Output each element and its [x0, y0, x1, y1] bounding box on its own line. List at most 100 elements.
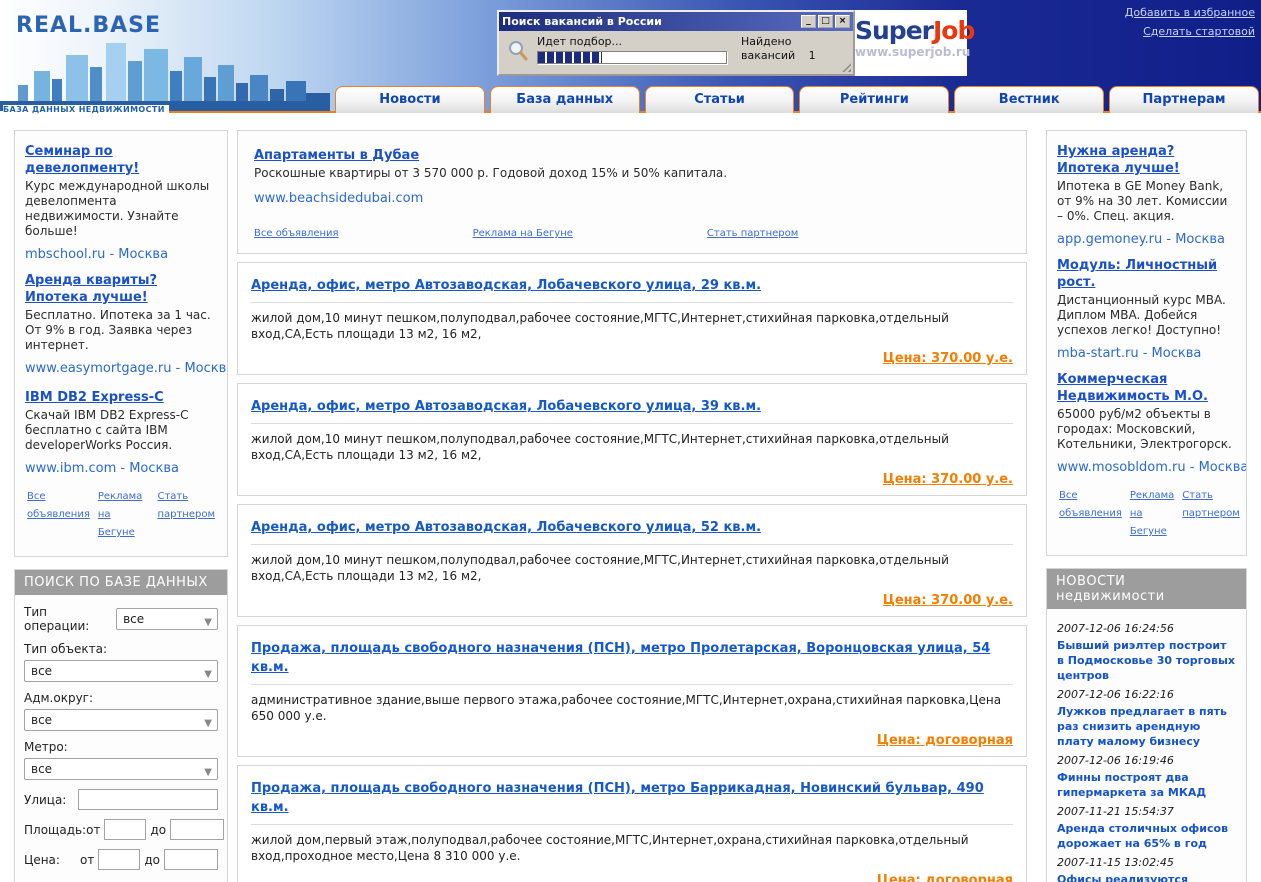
object-type-select[interactable]: все ▼ — [24, 660, 218, 682]
news-headline-link[interactable]: Офисы реализуются быстрее, чем строятся — [1057, 872, 1236, 882]
listing-title-link[interactable]: Аренда, офис, метро Автозаводская, Лобач… — [251, 399, 761, 414]
divider — [251, 684, 1013, 685]
listing-title-link[interactable]: Продажа, площадь свободного назначения (… — [251, 781, 984, 815]
ad-title-link[interactable]: Апартаменты в Дубае — [254, 147, 419, 164]
minimize-icon: _ — [801, 15, 816, 28]
tab-ratings[interactable]: Рейтинги — [799, 86, 950, 113]
tab-vestnik[interactable]: Вестник — [954, 86, 1105, 113]
ad-item: Нужна аренда? Ипотека лучше! Ипотека в G… — [1057, 143, 1236, 247]
listing-title-link[interactable]: Продажа, площадь свободного назначения (… — [251, 641, 990, 675]
begun-advertise-link[interactable]: Реклама на Бегуне — [1130, 487, 1174, 541]
listing-description: административное здание,выше первого эта… — [251, 693, 1002, 723]
street-label: Улица: — [24, 792, 67, 807]
listing-price-link[interactable]: Цена: 370.00 у.е. — [883, 472, 1013, 487]
to-label: до — [144, 852, 160, 867]
from-label: от — [80, 852, 95, 867]
dialog-body: Идет подбор... Найдено вакансий 1 — [499, 31, 853, 66]
ad-url-link[interactable]: mbschool.ru - Москва — [25, 247, 217, 262]
news-headline-link[interactable]: Аренда столичных офисов дорожает на 65% … — [1057, 821, 1236, 851]
listing-description: жилой дом,10 минут пешком,полуподвал,раб… — [251, 553, 949, 583]
ad-title-link[interactable]: IBM DB2 Express-C — [25, 389, 164, 406]
tab-articles[interactable]: Статьи — [644, 86, 795, 113]
news-headline-link[interactable]: Лужков предлагает в пять раз снизить аре… — [1057, 704, 1236, 749]
metro-select[interactable]: все ▼ — [24, 758, 218, 780]
listing-item: Аренда, офис, метро Автозаводская, Лобач… — [237, 383, 1027, 496]
price-from-input[interactable] — [98, 849, 141, 870]
begun-footer-links: Все объявления Реклама на Бегуне Стать п… — [254, 228, 798, 243]
listing-price-link[interactable]: Цена: договорная — [877, 873, 1013, 882]
search-panel-title: ПОИСК ПО БАЗЕ ДАННЫХ — [15, 570, 227, 595]
superjob-logo[interactable]: SuperJob www.superjob.ru — [855, 10, 975, 76]
area-label: Площадь: — [24, 822, 87, 837]
main-navigation: Новости База данных Статьи Рейтинги Вест… — [335, 86, 1259, 113]
database-search-panel: ПОИСК ПО БАЗЕ ДАННЫХ Тип операции: все ▼… — [14, 569, 228, 882]
news-date: 2007-11-21 15:54:37 — [1057, 805, 1174, 818]
listing-title-link[interactable]: Аренда, офис, метро Автозаводская, Лобач… — [251, 520, 761, 535]
begun-advertise-link[interactable]: Реклама на Бегуне — [473, 228, 573, 239]
operation-type-select[interactable]: все ▼ — [116, 608, 218, 630]
listing-price-link[interactable]: Цена: 370.00 у.е. — [883, 351, 1013, 366]
listing-item: Продажа, площадь свободного назначения (… — [237, 765, 1027, 882]
site-logo[interactable]: REAL.BASE — [16, 13, 161, 38]
progress-bar-fill — [538, 52, 602, 63]
add-to-favorites-link[interactable]: Добавить в избранное — [1125, 6, 1255, 19]
ad-url-link[interactable]: mba-start.ru - Москва — [1057, 346, 1236, 361]
ad-url-link[interactable]: www.beachsidedubai.com — [254, 191, 1010, 206]
ad-url-link[interactable]: www.mosobldom.ru - Москва — [1057, 460, 1246, 475]
become-partner-link[interactable]: Стать партнером — [1182, 487, 1240, 541]
become-partner-link[interactable]: Стать партнером — [157, 488, 215, 542]
news-date: 2007-11-15 13:02:45 — [1057, 856, 1174, 869]
chevron-down-icon: ▼ — [204, 669, 212, 680]
news-date: 2007-12-06 16:22:16 — [1057, 688, 1174, 701]
district-select[interactable]: все ▼ — [24, 709, 218, 731]
chevron-down-icon: ▼ — [204, 617, 212, 628]
all-ads-link[interactable]: Все объявления — [1059, 487, 1122, 541]
price-label: Цена: — [24, 852, 60, 867]
left-ads-panel: Семинар по девелопменту! Курс международ… — [14, 130, 228, 557]
ad-title-link[interactable]: Аренда квариты? Ипотека лучше! — [25, 272, 217, 306]
ad-title-link[interactable]: Нужна аренда? Ипотека лучше! — [1057, 143, 1236, 177]
ad-url-link[interactable]: www.easymortgage.ru - Москва — [25, 361, 227, 376]
price-to-input[interactable] — [164, 849, 218, 870]
superjob-ad-banner[interactable]: Поиск вакансий в России _ □ × Идет подбо… — [497, 10, 975, 76]
ad-text: Скачай IBM DB2 Express-C бесплатно с сай… — [25, 408, 189, 452]
metro-label: Метро: — [24, 740, 68, 754]
divider — [251, 302, 1013, 303]
street-input[interactable] — [78, 789, 218, 810]
ad-item: IBM DB2 Express-C Скачай IBM DB2 Express… — [25, 386, 217, 476]
ad-title-link[interactable]: Модуль: Личностный рост. — [1057, 257, 1236, 291]
make-homepage-link[interactable]: Сделать стартовой — [1125, 25, 1255, 38]
dialog-titlebar: Поиск вакансий в России _ □ × — [499, 12, 853, 31]
listing-item: Продажа, площадь свободного назначения (… — [237, 625, 1027, 757]
ad-text: Дистанционный курс MBA. Диплом MBA. Добе… — [1057, 293, 1226, 337]
ad-url-link[interactable]: app.gemoney.ru - Москва — [1057, 232, 1236, 247]
tab-database[interactable]: База данных — [489, 86, 640, 113]
ad-title-link[interactable]: Коммерческая Недвижимость М.О. — [1057, 371, 1236, 405]
search-status-text: Идет подбор... — [537, 35, 623, 48]
listing-price-link[interactable]: Цена: договорная — [877, 733, 1013, 748]
listing-price-link[interactable]: Цена: 370.00 у.е. — [883, 593, 1013, 608]
dialog-title: Поиск вакансий в России — [502, 15, 662, 28]
area-to-input[interactable] — [170, 819, 225, 840]
ad-title-link[interactable]: Семинар по девелопменту! — [25, 143, 217, 177]
news-date: 2007-12-06 16:19:46 — [1057, 754, 1174, 767]
chevron-down-icon: ▼ — [204, 767, 212, 778]
area-from-input[interactable] — [104, 819, 147, 840]
ad-url-link[interactable]: www.ibm.com - Москва — [25, 461, 217, 476]
close-icon: × — [835, 15, 850, 28]
listing-title-link[interactable]: Аренда, офис, метро Автозаводская, Лобач… — [251, 278, 761, 293]
tab-partners[interactable]: Партнерам — [1109, 86, 1259, 113]
news-headline-link[interactable]: Бывший риэлтер построит в Подмосковье 30… — [1057, 638, 1236, 683]
listing-item: Аренда, офис, метро Автозаводская, Лобач… — [237, 504, 1027, 617]
all-ads-link[interactable]: Все объявления — [27, 488, 90, 542]
news-panel-title: НОВОСТИ недвижимости — [1047, 569, 1246, 609]
found-count-value: 1 — [808, 49, 816, 62]
become-partner-link[interactable]: Стать партнером — [707, 228, 798, 239]
begun-advertise-link[interactable]: Реклама на Бегуне — [98, 488, 150, 542]
news-headline-link[interactable]: Финны построят два гипермаркета за МКАД — [1057, 770, 1236, 800]
vacancy-search-dialog: Поиск вакансий в России _ □ × Идет подбо… — [497, 10, 855, 76]
ad-item: Семинар по девелопменту! Курс международ… — [25, 143, 217, 262]
tab-news[interactable]: Новости — [335, 86, 485, 113]
all-ads-link[interactable]: Все объявления — [254, 228, 339, 239]
listing-item: Аренда, офис, метро Автозаводская, Лобач… — [237, 262, 1027, 375]
